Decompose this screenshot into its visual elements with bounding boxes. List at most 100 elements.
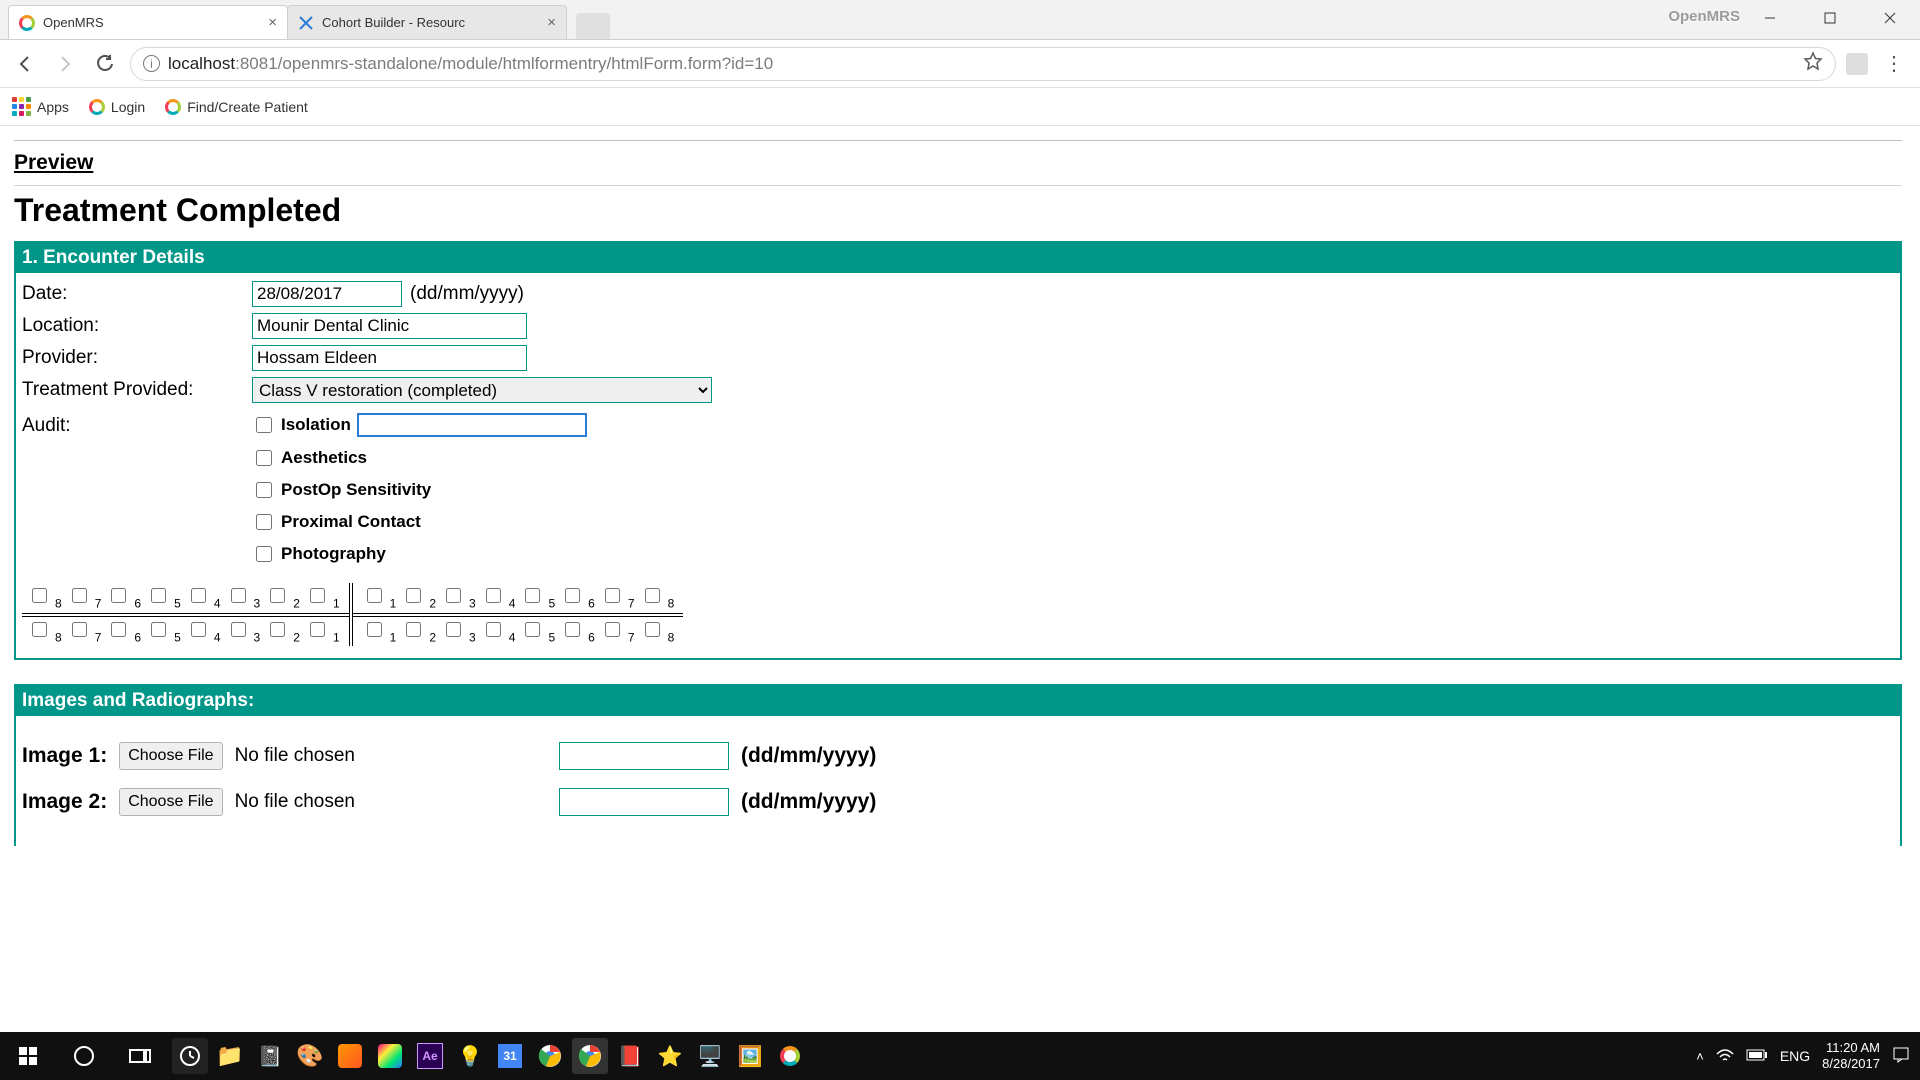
reload-button[interactable] xyxy=(90,49,120,79)
tooth-checkbox[interactable] xyxy=(446,588,461,603)
tooth-checkbox[interactable] xyxy=(645,588,660,603)
postop-label: PostOp Sensitivity xyxy=(281,480,431,500)
start-button[interactable] xyxy=(0,1032,56,1080)
tooth-checkbox[interactable] xyxy=(191,588,206,603)
tooth-checkbox[interactable] xyxy=(191,622,206,637)
postop-checkbox[interactable] xyxy=(256,482,272,498)
taskbar-app-icon[interactable]: 💡 xyxy=(452,1038,488,1074)
preview-link[interactable]: Preview xyxy=(14,151,93,175)
browser-menu-button[interactable]: ⋮ xyxy=(1878,51,1910,76)
language-indicator[interactable]: ENG xyxy=(1780,1048,1810,1064)
tooth-checkbox[interactable] xyxy=(645,622,660,637)
after-effects-icon[interactable]: Ae xyxy=(412,1038,448,1074)
choose-file-button[interactable]: Choose File xyxy=(119,788,222,816)
tooth-checkbox[interactable] xyxy=(406,588,421,603)
proximal-checkbox[interactable] xyxy=(256,514,272,530)
cortana-button[interactable] xyxy=(56,1032,112,1080)
task-view-button[interactable] xyxy=(112,1032,168,1080)
tooth-checkbox[interactable] xyxy=(270,588,285,603)
close-window-button[interactable] xyxy=(1860,0,1920,36)
battery-icon[interactable] xyxy=(1746,1049,1768,1064)
bookmark-find-create-patient[interactable]: Find/Create Patient xyxy=(165,99,308,115)
treatment-select[interactable]: Class V restoration (completed) xyxy=(252,377,712,403)
file-explorer-icon[interactable]: 📁 xyxy=(212,1038,248,1074)
tray-chevron-icon[interactable]: ˄ xyxy=(1696,1049,1704,1064)
extension-icon[interactable] xyxy=(1846,53,1868,75)
tooth-checkbox[interactable] xyxy=(151,622,166,637)
tooth-number: 1 xyxy=(333,597,340,611)
back-button[interactable] xyxy=(10,49,40,79)
forward-button[interactable] xyxy=(50,49,80,79)
chrome-icon[interactable] xyxy=(532,1038,568,1074)
tooth-checkbox[interactable] xyxy=(310,622,325,637)
taskbar-app-icon[interactable]: 📕 xyxy=(612,1038,648,1074)
bookmark-star-icon[interactable] xyxy=(1803,51,1823,76)
tooth-checkbox[interactable] xyxy=(525,622,540,637)
browser-tab-active[interactable]: OpenMRS × xyxy=(8,5,288,39)
tooth-checkbox[interactable] xyxy=(565,622,580,637)
tooth-checkbox[interactable] xyxy=(231,588,246,603)
tooth-checkbox[interactable] xyxy=(72,622,87,637)
apps-button[interactable]: Apps xyxy=(12,97,69,116)
photos-icon[interactable]: 🖼️ xyxy=(732,1038,768,1074)
minimize-button[interactable] xyxy=(1740,0,1800,36)
tooth-checkbox[interactable] xyxy=(231,622,246,637)
window-controls xyxy=(1740,0,1920,36)
address-bar[interactable]: i localhost:8081/openmrs-standalone/modu… xyxy=(130,47,1836,81)
openmrs-icon[interactable] xyxy=(772,1038,808,1074)
taskbar-app-icon[interactable] xyxy=(332,1038,368,1074)
image-date-input[interactable] xyxy=(559,742,729,770)
isolation-checkbox[interactable] xyxy=(256,417,272,433)
location-input[interactable] xyxy=(252,313,527,339)
browser-toolbar: i localhost:8081/openmrs-standalone/modu… xyxy=(0,40,1920,88)
tooth-checkbox[interactable] xyxy=(270,622,285,637)
maximize-button[interactable] xyxy=(1800,0,1860,36)
date-input[interactable] xyxy=(252,281,402,307)
taskbar-app-icon[interactable]: 📓 xyxy=(252,1038,288,1074)
choose-file-button[interactable]: Choose File xyxy=(119,742,222,770)
no-file-text: No file chosen xyxy=(235,745,355,767)
tooth-checkbox[interactable] xyxy=(605,588,620,603)
close-icon[interactable]: × xyxy=(268,14,277,31)
tooth-checkbox[interactable] xyxy=(406,622,421,637)
tooth-checkbox[interactable] xyxy=(605,622,620,637)
tooth-checkbox[interactable] xyxy=(486,588,501,603)
new-tab-button[interactable] xyxy=(576,13,610,39)
chrome-icon[interactable] xyxy=(572,1038,608,1074)
tooth-checkbox[interactable] xyxy=(367,622,382,637)
site-info-icon[interactable]: i xyxy=(143,55,160,72)
image-date-input[interactable] xyxy=(559,788,729,816)
tooth-checkbox[interactable] xyxy=(525,588,540,603)
taskbar-app-icon[interactable]: 🖥️ xyxy=(692,1038,728,1074)
tooth-checkbox[interactable] xyxy=(111,588,126,603)
browser-tab[interactable]: Cohort Builder - Resourc × xyxy=(287,5,567,39)
tooth-checkbox[interactable] xyxy=(32,588,47,603)
tooth-checkbox[interactable] xyxy=(565,588,580,603)
action-center-icon[interactable] xyxy=(1892,1046,1910,1067)
taskbar-app-icon[interactable]: ⭐ xyxy=(652,1038,688,1074)
tooth-checkbox[interactable] xyxy=(367,588,382,603)
close-icon[interactable]: × xyxy=(547,14,556,31)
calendar-icon[interactable]: 31 xyxy=(492,1038,528,1074)
wifi-icon[interactable] xyxy=(1716,1048,1734,1065)
tooth-checkbox[interactable] xyxy=(111,622,126,637)
clock[interactable]: 11:20 AM 8/28/2017 xyxy=(1822,1040,1880,1071)
paint-icon[interactable]: 🎨 xyxy=(292,1038,328,1074)
bookmark-login[interactable]: Login xyxy=(89,99,145,115)
photography-checkbox[interactable] xyxy=(256,546,272,562)
aesthetics-label: Aesthetics xyxy=(281,448,367,468)
provider-input[interactable] xyxy=(252,345,527,371)
taskbar-app-icon[interactable] xyxy=(172,1038,208,1074)
aesthetics-checkbox[interactable] xyxy=(256,450,272,466)
taskbar-app-icon[interactable] xyxy=(372,1038,408,1074)
isolation-input[interactable] xyxy=(357,413,587,437)
tooth-checkbox[interactable] xyxy=(72,588,87,603)
tooth-checkbox[interactable] xyxy=(310,588,325,603)
tooth-checkbox[interactable] xyxy=(446,622,461,637)
audit-label: Audit: xyxy=(22,413,252,565)
tooth-checkbox[interactable] xyxy=(151,588,166,603)
tooth-checkbox[interactable] xyxy=(32,622,47,637)
tooth-checkbox[interactable] xyxy=(486,622,501,637)
date-format-hint: (dd/mm/yyyy) xyxy=(410,283,524,305)
no-file-text: No file chosen xyxy=(235,791,355,813)
